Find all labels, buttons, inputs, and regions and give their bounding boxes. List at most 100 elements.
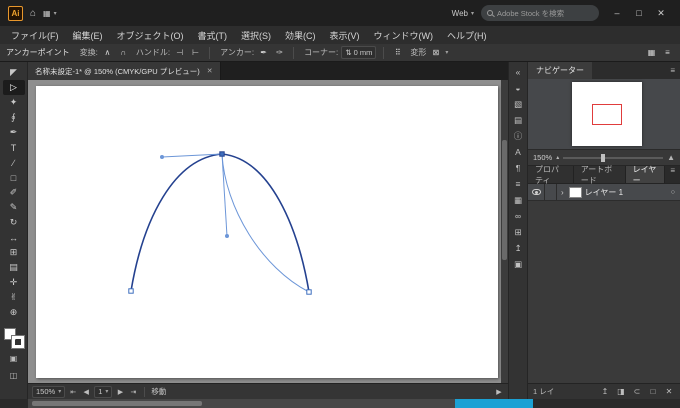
collapse-panels-icon[interactable]: «	[509, 64, 527, 80]
tab-properties[interactable]: プロパティ	[528, 165, 574, 185]
navigator-preview[interactable]	[528, 79, 680, 150]
type-tool[interactable]: T	[3, 140, 25, 155]
workspace-panels-icon[interactable]: ▦	[645, 46, 658, 59]
search-input[interactable]	[497, 8, 589, 18]
menu-effect[interactable]: 効果(C)	[278, 29, 323, 42]
anchor-point[interactable]	[128, 288, 134, 294]
handle-endpoint[interactable]	[160, 155, 164, 159]
convert-to-smooth-icon[interactable]: ∩	[117, 46, 130, 59]
show-handles-icon[interactable]: ⊣	[173, 46, 186, 59]
transparency-panel-icon[interactable]: ▦	[509, 192, 527, 208]
status-bar-expand-icon[interactable]: ▶	[494, 388, 504, 396]
zoom-out-icon[interactable]: ▴	[556, 154, 559, 161]
disclosure-icon[interactable]: ›	[557, 188, 566, 197]
menu-type[interactable]: 書式(T)	[191, 29, 235, 42]
eyedropper-tool[interactable]: ✛	[3, 275, 25, 290]
pencil-tool[interactable]: ✎	[3, 200, 25, 215]
gradient-tool[interactable]: ▤	[3, 260, 25, 275]
navigator-panel-menu-icon[interactable]: ≡	[665, 66, 680, 75]
last-artboard-button[interactable]: ⇥	[128, 388, 138, 396]
minimize-button[interactable]: –	[606, 4, 628, 22]
info-panel-icon[interactable]: ⓘ	[509, 128, 527, 144]
zoom-in-icon[interactable]: ▲	[667, 153, 675, 162]
horizontal-scrollbar-thumb[interactable]	[32, 401, 202, 406]
tab-close-icon[interactable]: ✕	[207, 67, 213, 75]
maximize-button[interactable]: □	[628, 4, 650, 22]
asset-export-panel-icon[interactable]: ↥	[509, 240, 527, 256]
menu-object[interactable]: オブジェクト(O)	[110, 29, 191, 42]
navigator-view-proxy[interactable]	[592, 104, 622, 125]
zoom-tool[interactable]: ⊕	[3, 305, 25, 320]
remove-anchor-icon[interactable]: ✒	[257, 46, 270, 59]
hide-handles-icon[interactable]: ⊢	[189, 46, 202, 59]
handle-line[interactable]	[221, 153, 228, 237]
control-panel-menu-icon[interactable]: ≡	[661, 46, 674, 59]
lock-toggle[interactable]	[545, 184, 557, 200]
menu-help[interactable]: ヘルプ(H)	[440, 29, 494, 42]
collect-for-export-icon[interactable]: ↥	[599, 387, 611, 396]
transform-icon[interactable]: ⊠	[429, 46, 442, 59]
layer-row[interactable]: › レイヤー 1 ○	[528, 184, 680, 201]
stroke-panel-icon[interactable]: ≡	[509, 176, 527, 192]
handle-endpoint[interactable]	[225, 234, 229, 238]
document-tab[interactable]: 名称未設定-1* @ 150% (CMYK/GPU プレビュー) ✕	[28, 62, 221, 80]
line-segment-tool[interactable]: ∕	[3, 155, 25, 170]
corner-radius-stepper[interactable]: ⇅ 0 mm	[341, 46, 377, 59]
vertical-scrollbar[interactable]	[501, 80, 508, 383]
links-panel-icon[interactable]: ∞	[509, 208, 527, 224]
zoom-level-select[interactable]: 150% ▾	[32, 385, 66, 398]
path-preview-segment[interactable]	[221, 153, 310, 293]
workspace-switcher[interactable]: Web ▾	[452, 9, 474, 18]
menu-select[interactable]: 選択(S)	[234, 29, 278, 42]
shape-builder-tool[interactable]: ⊞	[3, 245, 25, 260]
menu-window[interactable]: ウィンドウ(W)	[367, 29, 441, 42]
layer-target-icon[interactable]: ○	[671, 189, 675, 196]
lasso-tool[interactable]: ∮	[3, 110, 25, 125]
home-icon[interactable]: ⌂	[30, 8, 36, 19]
anchor-point[interactable]	[306, 289, 312, 295]
selection-tool[interactable]: ◤	[3, 65, 25, 80]
status-tool-display[interactable]: 移動	[151, 386, 166, 397]
path-dome-segment[interactable]	[130, 153, 310, 293]
character-panel-icon[interactable]: A	[509, 144, 527, 160]
paragraph-panel-icon[interactable]: ¶	[509, 160, 527, 176]
stepper-icon[interactable]: ⇅	[345, 48, 351, 57]
clipping-mask-icon[interactable]: ◨	[615, 387, 627, 396]
color-panel-icon[interactable]: ◒	[509, 80, 527, 96]
close-button[interactable]: ✕	[650, 4, 672, 22]
tab-navigator[interactable]: ナビゲーター	[528, 62, 592, 79]
delete-layer-icon[interactable]: ✕	[663, 387, 675, 396]
screen-mode-icon[interactable]: ◫	[3, 369, 25, 382]
arrange-documents-dropdown[interactable]: ▦ ▾	[43, 9, 57, 18]
artboard[interactable]	[36, 86, 498, 378]
first-artboard-button[interactable]: ⇤	[68, 388, 78, 396]
rectangle-tool[interactable]: □	[3, 170, 25, 185]
adobe-stock-search[interactable]	[481, 5, 599, 21]
artboard-number-select[interactable]: 1 ▾	[94, 385, 113, 398]
anchor-point-selected[interactable]	[219, 151, 225, 157]
color-guide-panel-icon[interactable]: ▧	[509, 96, 527, 112]
drawing-mode-icon[interactable]: ▣	[3, 352, 25, 365]
layer-name[interactable]: レイヤー 1	[585, 187, 623, 198]
menu-file[interactable]: ファイル(F)	[4, 29, 66, 42]
connect-anchor-icon[interactable]: ✑	[273, 46, 286, 59]
layers-panel-menu-icon[interactable]: ≡	[665, 166, 680, 183]
new-layer-icon[interactable]: □	[647, 387, 659, 396]
magic-wand-tool[interactable]: ✦	[3, 95, 25, 110]
pen-tool[interactable]: ✒	[3, 125, 25, 140]
scale-tool[interactable]: ↔	[3, 230, 25, 245]
tab-artboards[interactable]: アートボード	[573, 165, 626, 185]
convert-to-corner-icon[interactable]: ∧	[101, 46, 114, 59]
hand-tool[interactable]: ✌	[3, 290, 25, 305]
grid-snap-icon[interactable]: ⠿	[391, 46, 404, 59]
navigator-zoom-slider[interactable]	[563, 153, 664, 162]
visibility-toggle[interactable]	[528, 184, 545, 200]
stroke-swatch[interactable]	[11, 336, 24, 348]
vertical-scrollbar-thumb[interactable]	[502, 140, 507, 260]
new-sublayer-icon[interactable]: ⊂	[631, 387, 643, 396]
menu-edit[interactable]: 編集(E)	[66, 29, 110, 42]
artboards-panel-icon[interactable]: ⊞	[509, 224, 527, 240]
horizontal-scrollbar[interactable]	[28, 399, 508, 408]
direct-selection-tool[interactable]: ▷	[2, 80, 25, 95]
zoom-slider-thumb[interactable]	[601, 153, 606, 162]
